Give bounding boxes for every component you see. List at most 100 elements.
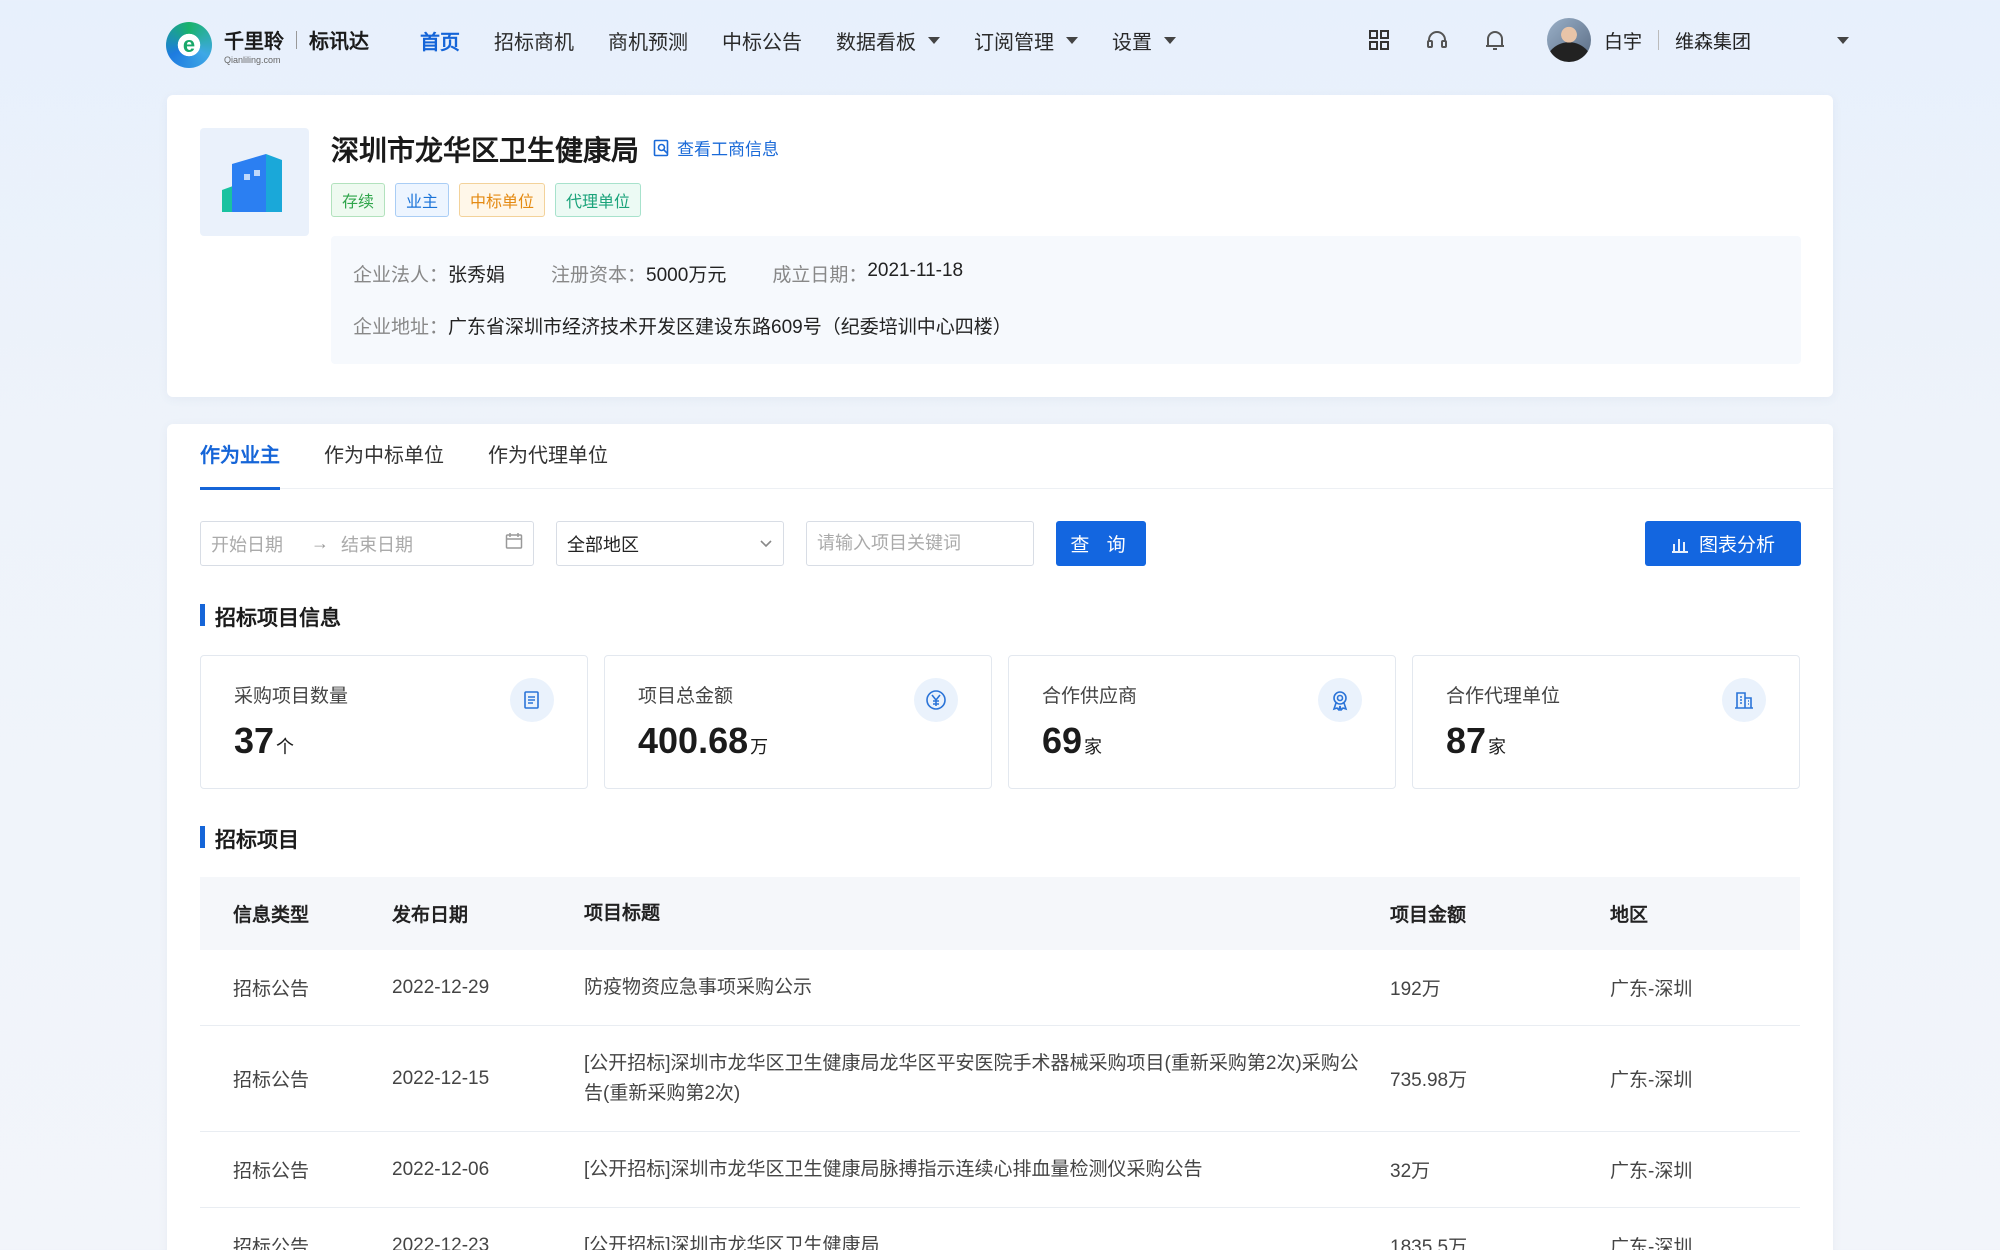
header-project-title[interactable]: 项目标题 [584,899,1390,929]
stat-unit: 个 [276,737,295,757]
brand-sub: Qianliling.com [224,55,281,65]
table-row[interactable]: 招标公告 2022-12-06 [公开招标]深圳市龙华区卫生健康局脉搏指示连续心… [200,1132,1800,1208]
registered-capital-value: 5000万元 [646,265,727,286]
menu-award-notices[interactable]: 中标公告 [722,26,802,55]
menu-home[interactable]: 首页 [420,26,460,55]
region-select[interactable]: 全部地区 [556,521,784,566]
organization-tags: 存续 业主 中标单位 代理单位 [331,183,651,217]
cell-project-title[interactable]: 防疫物资应急事项采购公示 [584,973,1390,1003]
stat-number: 400.68 [638,720,749,761]
cell-region: 广东-深圳 [1610,1237,1693,1250]
table-row[interactable]: 招标公告 2022-12-23 [公开招标]深圳市龙华区卫生健康局 1835.5… [200,1208,1800,1250]
stat-label: 合作供应商 [1042,686,1138,707]
stat-value: 37 个 [234,720,294,762]
chevron-down-icon[interactable] [1837,36,1850,44]
cell-publish-date: 2022-12-23 [392,1234,490,1250]
cell-info-type: 招标公告 [233,1070,310,1091]
table-header: 信息类型 发布日期 项目标题 项目金额 地区 [200,877,1800,950]
logo-text: 千里聆 标讯达 Qianliling.com [224,25,369,65]
stat-number: 37 [234,720,275,761]
menu-award-notices-label: 中标公告 [722,31,802,54]
main-content-card: 作为业主 作为中标单位 作为代理单位 开始日期 → 结束日期 全部地区 查 询 … [167,424,1833,1250]
date-range-picker[interactable]: 开始日期 → 结束日期 [200,521,534,566]
cell-project-amount: 32万 [1390,1161,1431,1182]
tag-winning-bidder: 中标单位 [459,183,546,217]
menu-data-board[interactable]: 数据看板 [836,26,940,55]
keyword-search[interactable] [806,521,1034,566]
legal-rep-label: 企业法人： [353,265,449,286]
cell-publish-date: 2022-12-29 [392,976,490,998]
stat-value: 87 家 [1446,720,1506,762]
cell-publish-date: 2022-12-15 [392,1067,490,1089]
user-divider [1658,30,1660,50]
nav-right: 白宇 维森集团 [1365,16,1850,64]
keyword-input[interactable] [807,522,1033,565]
brand-logo[interactable]: e 千里聆 标讯达 Qianliling.com [166,22,369,68]
tag-agent: 代理单位 [555,183,642,217]
cell-region: 广东-深圳 [1610,1161,1693,1182]
legal-rep-value: 张秀娟 [448,265,506,286]
stat-card-project-count: 采购项目数量 37 个 [200,655,588,789]
award-icon [1318,678,1362,722]
stat-number: 69 [1042,720,1083,761]
stat-value: 69 家 [1042,720,1102,762]
arrow-right-icon: → [311,533,329,553]
cell-project-amount: 192万 [1390,979,1441,1000]
menu-data-board-label: 数据看板 [836,31,916,54]
table-row[interactable]: 招标公告 2022-12-29 防疫物资应急事项采购公示 192万 广东-深圳 [200,950,1800,1026]
menu-subscriptions[interactable]: 订阅管理 [974,26,1078,55]
business-info-icon [653,139,669,156]
avatar[interactable] [1547,18,1591,62]
bell-icon[interactable] [1481,26,1509,54]
stat-value: 400.68 万 [638,720,768,762]
view-business-info-link[interactable]: 查看工商信息 [653,135,779,160]
grid-icon[interactable] [1365,26,1393,54]
menu-bid-opportunities[interactable]: 招标商机 [494,26,574,55]
stat-card-total-amount: 项目总金额 400.68 万 [604,655,992,789]
building-icon [200,128,309,236]
organization-name: 深圳市龙华区卫生健康局 [331,135,640,166]
header-publish-date[interactable]: 发布日期 [392,900,584,927]
header-region[interactable]: 地区 [1610,900,1800,927]
logo-icon: e [166,22,212,68]
headset-icon[interactable] [1423,26,1451,54]
stat-unit: 家 [1084,737,1103,757]
menu-bid-opportunities-label: 招标商机 [494,31,574,54]
chart-analysis-button[interactable]: 图表分析 [1645,521,1801,566]
cell-project-title[interactable]: [公开招标]深圳市龙华区卫生健康局龙华区平安医院手术器械采购项目(重新采购第2次… [584,1049,1390,1109]
cell-publish-date: 2022-12-06 [392,1158,490,1180]
table-row[interactable]: 招标公告 2022-12-15 [公开招标]深圳市龙华区卫生健康局龙华区平安医院… [200,1026,1800,1132]
user-name[interactable]: 白宇 [1604,27,1642,54]
registered-capital-label: 注册资本： [551,265,647,286]
cell-info-type: 招标公告 [233,1237,310,1250]
header-project-amount[interactable]: 项目金额 [1390,900,1610,927]
tab-as-agent[interactable]: 作为代理单位 [488,424,608,489]
company-name[interactable]: 维森集团 [1675,27,1825,54]
end-date-input[interactable]: 结束日期 [341,531,413,557]
cell-project-amount: 735.98万 [1390,1070,1468,1091]
tag-status: 存续 [331,183,386,217]
organization-info-box: 企业法人： 张秀娟 注册资本： 5000万元 成立日期： 2021-11-18 … [331,236,1801,364]
stat-card-agents: 合作代理单位 87 家 [1412,655,1800,789]
cell-region: 广东-深圳 [1610,1070,1693,1091]
query-button[interactable]: 查 询 [1056,521,1146,566]
stat-label: 合作代理单位 [1446,686,1561,707]
cell-project-title[interactable]: [公开招标]深圳市龙华区卫生健康局脉搏指示连续心排血量检测仪采购公告 [584,1155,1390,1185]
brand-divider [296,30,297,49]
top-nav: e 千里聆 标讯达 Qianliling.com 首页 招标商机 商机预测 中标… [0,0,2000,80]
bar-chart-icon [1671,538,1688,553]
address-value: 广东省深圳市经济技术开发区建设东路609号（纪委培训中心四楼） [448,317,1012,338]
start-date-input[interactable]: 开始日期 [211,531,283,557]
chart-analysis-label: 图表分析 [1698,535,1775,556]
calendar-icon[interactable] [505,532,523,555]
cell-info-type: 招标公告 [233,1161,310,1182]
menu-opportunity-forecast[interactable]: 商机预测 [608,26,688,55]
header-info-type[interactable]: 信息类型 [200,900,392,927]
view-business-info-label: 查看工商信息 [677,140,779,159]
projects-table: 信息类型 发布日期 项目标题 项目金额 地区 招标公告 2022-12-29 防… [200,877,1800,1250]
menu-settings[interactable]: 设置 [1112,26,1176,55]
tab-as-winning-bidder[interactable]: 作为中标单位 [324,424,444,489]
cell-project-title[interactable]: [公开招标]深圳市龙华区卫生健康局 [584,1231,1390,1250]
stats-row: 采购项目数量 37 个 项目总金额 400.68 万 合作供应商 69 家 合作代理单… [200,655,1800,789]
tab-as-owner[interactable]: 作为业主 [200,424,280,490]
